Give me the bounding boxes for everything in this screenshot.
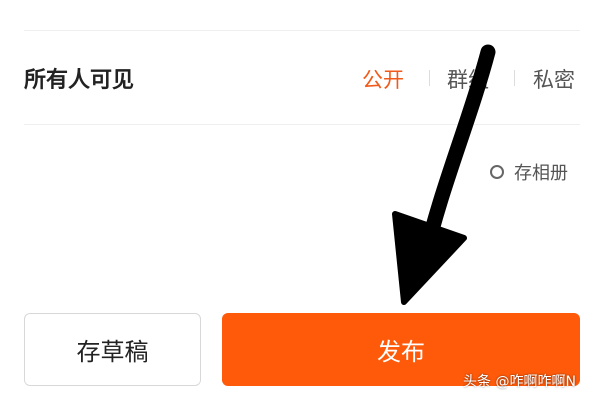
option-separator: [514, 70, 515, 86]
visibility-label: 所有人可见: [24, 68, 135, 93]
save-draft-button[interactable]: 存草稿: [24, 313, 201, 386]
radio-unchecked-icon[interactable]: [490, 165, 504, 179]
watermark: 头条 @咋啊咋啊N: [463, 374, 576, 390]
option-separator: [429, 70, 430, 86]
top-divider: [24, 30, 580, 31]
visibility-option-public[interactable]: 公开: [362, 64, 404, 94]
save-to-album-label: 存相册: [514, 163, 568, 184]
visibility-option-group[interactable]: 群组: [447, 64, 489, 94]
visibility-option-private[interactable]: 私密: [533, 64, 575, 94]
save-to-album-toggle[interactable]: 存相册: [490, 159, 568, 185]
middle-divider: [24, 124, 580, 125]
